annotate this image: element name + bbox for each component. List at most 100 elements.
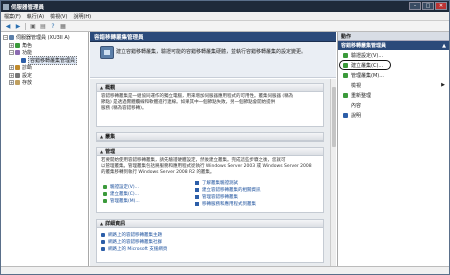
management-text: 若要開始使用容錯移轉叢集，請先驗證硬體設定，然後建立叢集。完成這些步驟之後，您就…	[101, 158, 312, 175]
migrate-services-link[interactable]: 移轉服務和應用程式到叢集	[202, 201, 256, 207]
action-item[interactable]: 重新整理	[338, 90, 449, 100]
action-item[interactable]: 檢視 ▶	[338, 80, 449, 90]
tree-item-label: 角色	[22, 42, 33, 49]
summary-scroll-area: ▲ 概觀 容錯移轉叢集是一組協同運作的獨立電腦，用來增加伺服器應用程式的可用性。叢…	[90, 79, 330, 266]
actions-group-header[interactable]: 容錯移轉叢集管理員 ▲	[338, 41, 449, 50]
action-label: 重新整理	[351, 92, 372, 99]
collapse-triangle-icon: ▲	[100, 221, 104, 226]
clusters-section-header[interactable]: ▲ 叢集	[97, 133, 323, 141]
action-icon	[343, 103, 348, 108]
collapse-arrow-icon: ▲	[442, 42, 446, 49]
tree-item-label: 存放	[22, 80, 33, 87]
node-icon	[15, 72, 20, 78]
properties-icon[interactable]: ▦	[59, 23, 67, 30]
overview-text: 容錯移轉叢集是一組協同運作的獨立電腦，用來增加伺服器應用程式的可用性。叢集伺服器…	[101, 94, 294, 111]
tree-item[interactable]: + 診斷	[1, 64, 88, 72]
menu-view[interactable]: 檢視(V)	[50, 13, 67, 20]
tree-item[interactable]: + 設定	[1, 72, 88, 80]
tree-item[interactable]: 容錯移轉叢集管理員	[1, 55, 88, 65]
actions-pane-title: 動作	[338, 32, 449, 41]
cluster-manager-icon	[100, 46, 114, 59]
up-folder-icon[interactable]: ▣	[29, 23, 37, 30]
more-info-section-header[interactable]: ▲ 詳細資訊	[97, 220, 323, 228]
manage-cluster-icon	[103, 198, 107, 203]
web-support-link[interactable]: 網路上的 Microsoft 支援網頁	[108, 246, 167, 252]
manage-cluster-info-link[interactable]: 管理容錯移轉叢集	[202, 194, 238, 200]
highlight-circle	[339, 60, 391, 70]
create-cluster-info-link[interactable]: 建立容錯移轉叢集的相關資訊	[202, 187, 261, 193]
minimize-button[interactable]: –	[409, 2, 421, 10]
actions-pane: 動作 容錯移轉叢集管理員 ▲ 驗證設定(V)... 建立叢集(C)... 管理叢集(M…	[337, 32, 449, 266]
center-pane: 容錯移轉叢集管理員 建立容錯移轉叢集，驗證可能的容錯移轉叢集硬體，並執行容錯移轉…	[90, 32, 336, 266]
web-link-icon	[101, 246, 105, 251]
tree-item[interactable]: − 伺服器管理員 (XU3II A)	[1, 34, 88, 42]
center-scrollbar[interactable]	[330, 79, 336, 266]
action-item[interactable]: 管理叢集(M)...	[338, 70, 449, 80]
action-item[interactable]: 內容	[338, 100, 449, 110]
tree-item-label: 設定	[22, 72, 33, 79]
help-topic-icon	[195, 187, 199, 192]
validate-config-link[interactable]: 驗證設定(V)...	[110, 184, 139, 190]
menu-action[interactable]: 執行(A)	[27, 13, 44, 20]
tree-item[interactable]: + 角色	[1, 42, 88, 50]
title-bar: 伺服器管理員 – □ ✕	[1, 1, 449, 12]
action-label: 驗證設定(V)...	[351, 52, 384, 59]
back-arrow-icon[interactable]: ◀	[4, 23, 12, 30]
management-section-header[interactable]: ▲ 管理	[97, 148, 323, 156]
node-icon	[9, 35, 14, 41]
node-icon	[15, 65, 20, 71]
action-icon	[343, 52, 348, 58]
create-cluster-icon	[103, 191, 107, 196]
validate-icon	[103, 184, 107, 189]
collapse-triangle-icon: ▲	[100, 134, 104, 139]
action-icon	[343, 83, 348, 88]
collapse-icon[interactable]: −	[9, 50, 14, 56]
more-info-links: 網路上的容錯移轉叢集主題 網路上的容錯移轉叢集社群 網路上的 Microsoft…	[97, 228, 323, 255]
management-actions-list: 驗證設定(V)... 建立叢集(C)... 管理叢集(M)...	[103, 183, 203, 204]
scrollbar-thumb[interactable]	[332, 87, 336, 147]
intro-banner: 建立容錯移轉叢集，驗證可能的容錯移轉叢集硬體，並執行容錯移轉叢集的設定變更。	[90, 42, 336, 78]
action-icon	[343, 72, 348, 78]
expand-icon[interactable]: +	[9, 72, 14, 78]
collapse-icon[interactable]: −	[3, 35, 8, 41]
forward-arrow-icon[interactable]: ▶	[14, 23, 22, 30]
toolbar: ◀ ▶ ▣ ▤ ? ▦	[1, 21, 449, 32]
show-tree-icon[interactable]: ▤	[39, 23, 47, 30]
help-icon[interactable]: ?	[49, 23, 57, 30]
tree-item-label: 容錯移轉叢集管理員	[28, 55, 78, 65]
close-button[interactable]: ✕	[435, 2, 447, 10]
expand-icon[interactable]: +	[9, 80, 14, 86]
action-label: 內容	[351, 102, 362, 109]
intro-description: 建立容錯移轉叢集，驗證可能的容錯移轉叢集硬體，並執行容錯移轉叢集的設定變更。	[116, 49, 307, 55]
collapse-triangle-icon: ▲	[100, 149, 104, 154]
validation-tests-link[interactable]: 了解叢集驗證測試	[202, 180, 238, 186]
action-label: 管理叢集(M)...	[351, 72, 384, 79]
more-info-section: ▲ 詳細資訊 網路上的容錯移轉叢集主題 網路上的容錯移轉叢集社群 網路上的 Mic…	[96, 219, 324, 263]
action-item[interactable]: 建立叢集(C)...	[338, 60, 449, 70]
node-icon	[15, 50, 20, 56]
menu-file[interactable]: 檔案(F)	[4, 13, 21, 20]
management-section: ▲ 管理 若要開始使用容錯移轉叢集，請先驗證硬體設定，然後建立叢集。完成這些步驟之…	[96, 147, 324, 213]
submenu-arrow-icon: ▶	[441, 82, 445, 88]
web-community-link[interactable]: 網路上的容錯移轉叢集社群	[108, 239, 162, 245]
action-label: 說明	[351, 112, 362, 119]
manage-cluster-link[interactable]: 管理叢集(M)...	[110, 198, 140, 204]
tree-item[interactable]: + 存放	[1, 79, 88, 87]
actions-list: 驗證設定(V)... 建立叢集(C)... 管理叢集(M)... 檢視 ▶ 重新整理內容說…	[338, 50, 449, 120]
action-item[interactable]: 驗證設定(V)...	[338, 50, 449, 60]
window-title: 伺服器管理員	[11, 4, 45, 11]
status-bar	[1, 266, 449, 274]
expand-icon[interactable]: +	[9, 42, 14, 48]
web-link-icon	[101, 232, 105, 237]
clusters-section: ▲ 叢集	[96, 132, 324, 142]
overview-section-header[interactable]: ▲ 概觀	[97, 84, 323, 92]
maximize-button[interactable]: □	[422, 2, 434, 10]
action-icon	[343, 112, 348, 118]
expand-icon[interactable]: +	[9, 65, 14, 71]
console-tree: − 伺服器管理員 (XU3II A) + 角色 − 功能 容錯移轉叢集管理員 + 診斷 + 設定 + 存…	[1, 32, 89, 266]
action-item[interactable]: 說明	[338, 110, 449, 120]
menu-help[interactable]: 說明(H)	[73, 13, 91, 20]
create-cluster-link[interactable]: 建立叢集(C)...	[110, 191, 139, 197]
management-help-list: 了解叢集驗證測試 建立容錯移轉叢集的相關資訊 管理容錯移轉叢集 移轉服務和應用程…	[195, 179, 320, 207]
web-topics-link[interactable]: 網路上的容錯移轉叢集主題	[108, 232, 162, 238]
